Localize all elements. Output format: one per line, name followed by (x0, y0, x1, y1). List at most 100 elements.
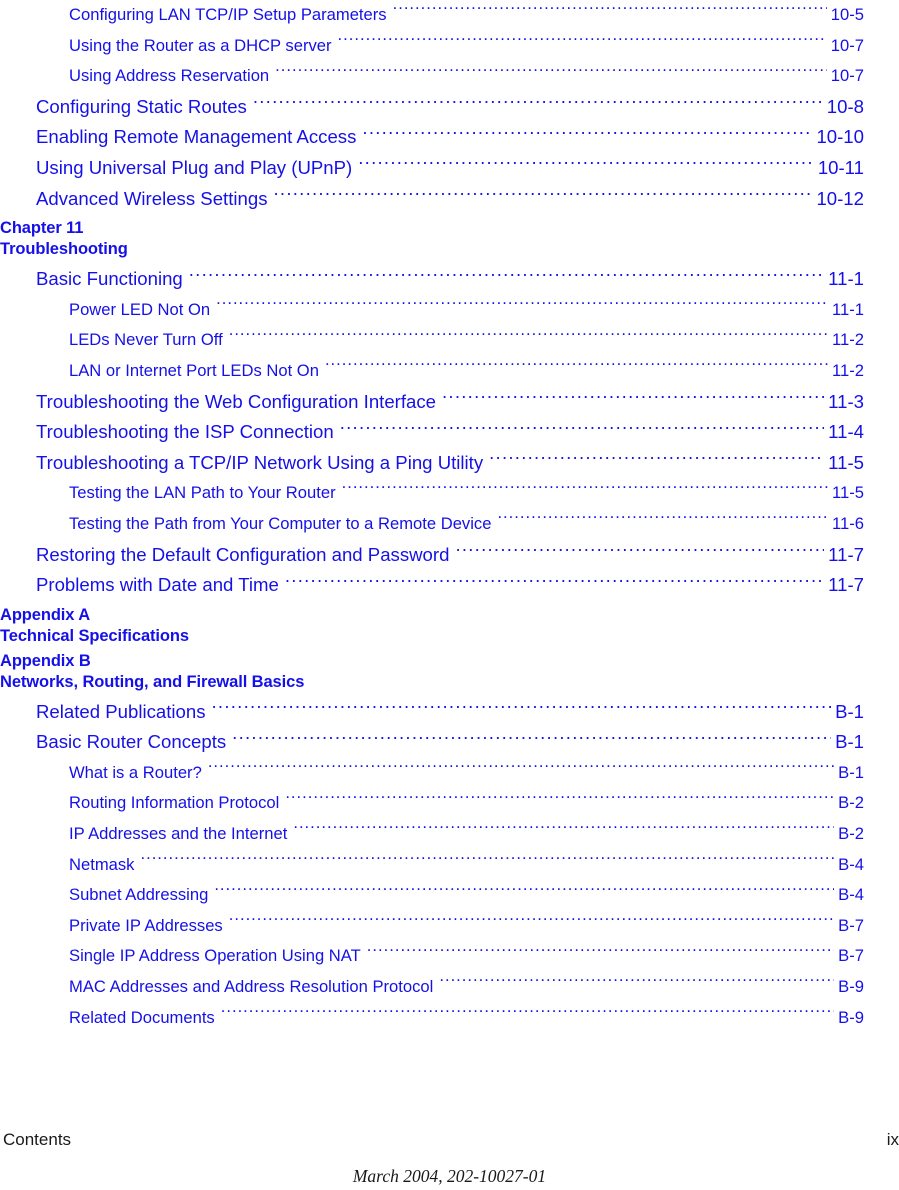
toc-part-heading-title: Networks, Routing, and Firewall Basics (0, 672, 305, 691)
toc-entry[interactable]: Basic Router Concepts B-1 (36, 727, 864, 758)
toc-dot-leader (358, 155, 814, 174)
toc-dot-leader (393, 3, 827, 20)
table-of-contents: Configuring LAN TCP/IP Setup Parameters 1… (0, 0, 899, 1033)
toc-dot-leader (214, 884, 834, 901)
toc-entry-page-number: 11-1 (828, 268, 864, 290)
toc-part-heading: Appendix A Technical Specifications (0, 605, 899, 647)
toc-entry-title: MAC Addresses and Address Resolution Pro… (69, 977, 434, 997)
toc-dot-leader (275, 65, 827, 82)
toc-entry-title: Netmask (69, 854, 135, 874)
toc-entry-page-number: 10-5 (830, 5, 864, 24)
toc-entry-page-number: 11-2 (832, 360, 864, 380)
toc-entry[interactable]: Using Universal Plug and Play (UPnP) 10-1… (36, 153, 864, 184)
toc-entry-title: Restoring the Default Configuration and … (36, 543, 450, 565)
toc-entry[interactable]: Troubleshooting the Web Configuration In… (36, 387, 864, 418)
page-footer: Contents ix (0, 1130, 899, 1156)
toc-dot-leader (285, 792, 834, 809)
toc-dot-leader (274, 186, 813, 205)
toc-entry[interactable]: Troubleshooting a TCP/IP Network Using a… (36, 448, 864, 479)
toc-entry-title: Basic Functioning (36, 268, 183, 290)
toc-entry[interactable]: Routing Information Protocol B-2 (69, 788, 864, 819)
toc-entry[interactable]: Subnet Addressing B-4 (69, 880, 864, 911)
toc-entry[interactable]: Single IP Address Operation Using NAT B-7 (69, 941, 864, 972)
toc-entry-title: Basic Router Concepts (36, 731, 227, 753)
toc-entry-page-number: 11-6 (832, 513, 864, 533)
toc-entry[interactable]: Using Address Reservation 10-7 (69, 61, 864, 92)
toc-entry-page-number: 10-10 (816, 126, 864, 148)
toc-entry[interactable]: Using the Router as a DHCP server 10-7 (69, 31, 864, 62)
toc-entry-title: Private IP Addresses (69, 915, 223, 935)
toc-dot-leader (221, 1006, 834, 1023)
toc-entry[interactable]: Related Publications B-1 (36, 697, 864, 728)
toc-entry[interactable]: Power LED Not On 11-1 (69, 295, 864, 326)
toc-dot-leader (216, 298, 828, 315)
toc-entry[interactable]: Configuring Static Routes 10-8 (36, 92, 864, 123)
toc-entry-title: What is a Router? (69, 762, 202, 782)
toc-entry[interactable]: Troubleshooting the ISP Connection 11-4 (36, 417, 864, 448)
footer-page-number: ix (886, 1130, 899, 1149)
toc-entry[interactable]: LAN or Internet Port LEDs Not On 11-2 (69, 356, 864, 387)
toc-entry-page-number: 10-12 (816, 187, 864, 209)
toc-entry[interactable]: MAC Addresses and Address Resolution Pro… (69, 972, 864, 1003)
toc-dot-leader (140, 853, 834, 870)
toc-dot-leader (285, 573, 824, 592)
toc-entry[interactable]: Advanced Wireless Settings 10-12 (36, 184, 864, 215)
toc-entry[interactable]: Related Documents B-9 (69, 1003, 864, 1034)
toc-entry-title: Advanced Wireless Settings (36, 187, 268, 209)
toc-entry-title: Testing the LAN Path to Your Router (69, 483, 336, 503)
toc-dot-leader (439, 975, 834, 992)
toc-dot-leader (340, 420, 824, 439)
toc-entry-page-number: 11-5 (828, 451, 864, 473)
toc-part-heading: Appendix B Networks, Routing, and Firewal… (0, 651, 899, 693)
toc-entry[interactable]: Testing the Path from Your Computer to a… (69, 509, 864, 540)
toc-entry-title: Related Documents (69, 1007, 215, 1027)
toc-entry-page-number: B-1 (838, 762, 864, 782)
toc-entry[interactable]: What is a Router? B-1 (69, 758, 864, 789)
toc-dot-leader (212, 699, 832, 718)
toc-entry-page-number: 11-5 (832, 483, 864, 503)
toc-dot-leader (253, 94, 823, 113)
toc-entry-page-number: 10-8 (826, 95, 864, 117)
toc-dot-leader (229, 914, 834, 931)
toc-entry-page-number: B-1 (835, 700, 864, 722)
toc-dot-leader (338, 34, 827, 51)
toc-entry-page-number: B-7 (838, 946, 864, 966)
toc-part-heading: Chapter 11 Troubleshooting (0, 218, 899, 260)
toc-entry-page-number: 11-7 (828, 574, 864, 596)
toc-entry[interactable]: Enabling Remote Management Access 10-10 (36, 122, 864, 153)
toc-entry[interactable]: IP Addresses and the Internet B-2 (69, 819, 864, 850)
toc-entry-title: Using Address Reservation (69, 66, 270, 86)
toc-entry[interactable]: Configuring LAN TCP/IP Setup Parameters 1… (69, 0, 864, 31)
toc-entry[interactable]: Testing the LAN Path to Your Router 11-5 (69, 478, 864, 509)
toc-entry-title: Routing Information Protocol (69, 793, 280, 813)
toc-dot-leader (342, 482, 828, 499)
toc-entry[interactable]: Basic Functioning 11-1 (36, 264, 864, 295)
toc-entry[interactable]: Netmask B-4 (69, 850, 864, 881)
toc-dot-leader (189, 267, 824, 286)
toc-entry-page-number: B-1 (835, 731, 864, 753)
toc-entry[interactable]: LEDs Never Turn Off 11-2 (69, 325, 864, 356)
toc-entry[interactable]: Problems with Date and Time 11-7 (36, 570, 864, 601)
footer-publication-line: March 2004, 202-10027-01 (352, 1166, 547, 1186)
toc-entry-title: LAN or Internet Port LEDs Not On (69, 360, 319, 380)
toc-dot-leader (442, 389, 824, 408)
toc-dot-leader (229, 329, 828, 346)
toc-entry-page-number: B-2 (838, 793, 864, 813)
toc-dot-leader (362, 125, 812, 144)
toc-entry-page-number: 11-3 (828, 390, 864, 412)
toc-dot-leader (367, 945, 834, 962)
toc-entry-title: Testing the Path from Your Computer to a… (69, 513, 492, 533)
toc-entry[interactable]: Private IP Addresses B-7 (69, 911, 864, 942)
toc-entry-title: Using the Router as a DHCP server (69, 35, 332, 55)
toc-entry-title: Troubleshooting a TCP/IP Network Using a… (36, 451, 484, 473)
toc-entry-title: Enabling Remote Management Access (36, 126, 357, 148)
toc-entry-page-number: 11-7 (828, 543, 864, 565)
toc-entry-title: Using Universal Plug and Play (UPnP) (36, 156, 353, 178)
toc-entry-page-number: B-9 (838, 1007, 864, 1027)
toc-entry-page-number: 11-1 (832, 299, 864, 319)
toc-entry[interactable]: Restoring the Default Configuration and … (36, 540, 864, 571)
footer-section-label: Contents (3, 1130, 72, 1149)
toc-entry-title: Troubleshooting the Web Configuration In… (36, 390, 437, 412)
toc-entry-page-number: B-2 (838, 824, 864, 844)
toc-dot-leader (497, 512, 828, 529)
